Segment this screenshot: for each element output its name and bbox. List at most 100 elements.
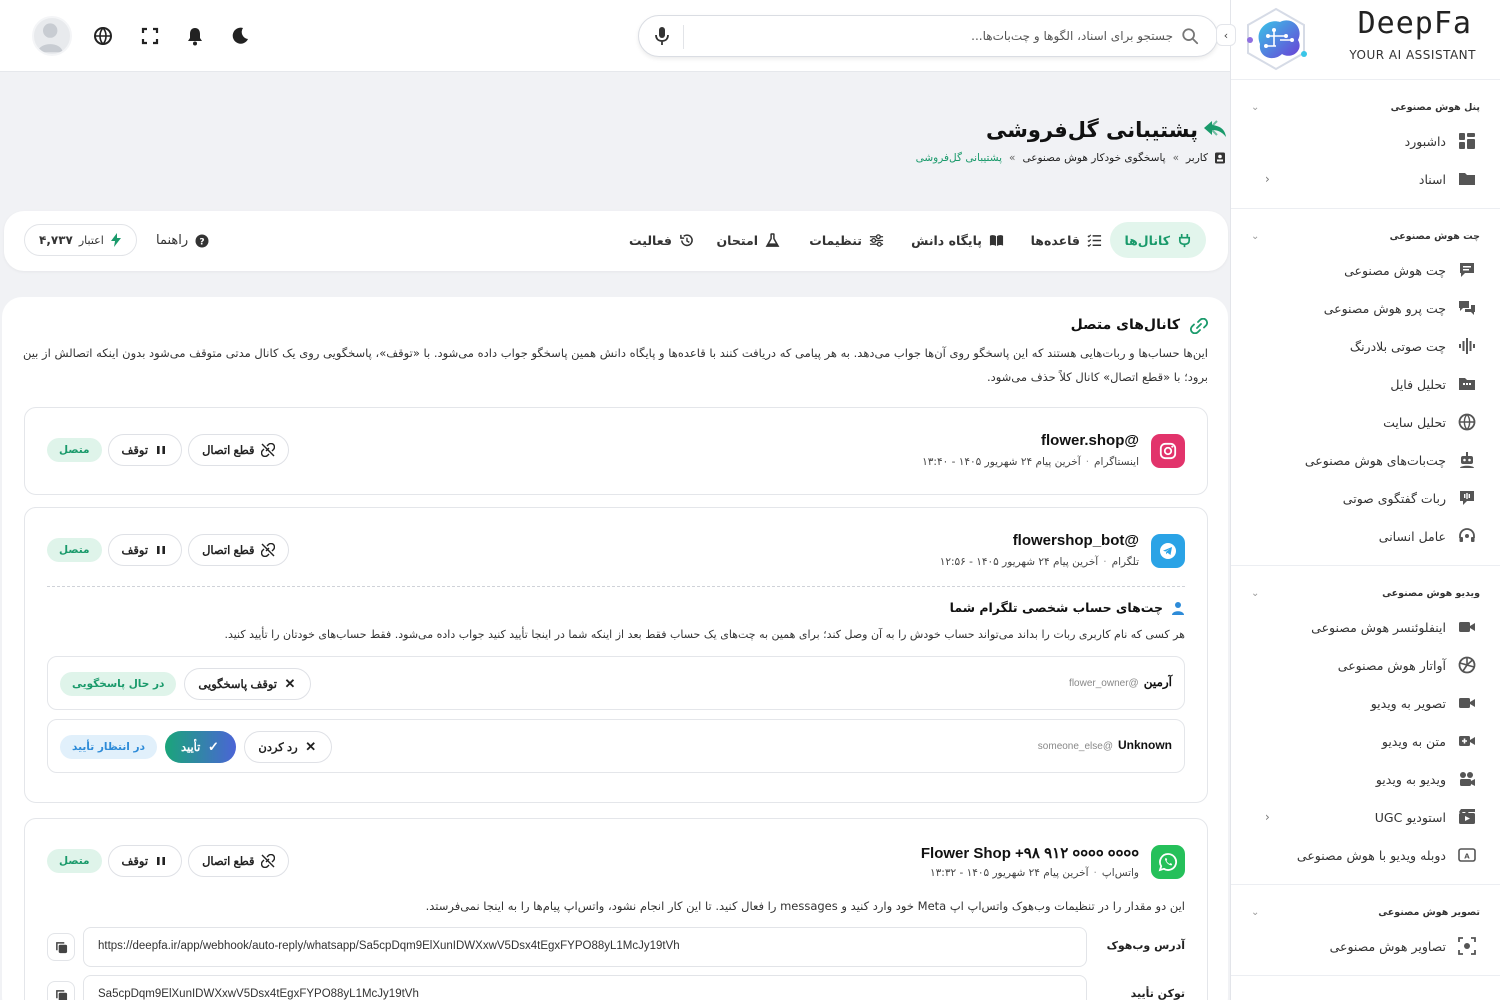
breadcrumb-item-user[interactable]: کاربر — [1186, 152, 1208, 164]
sidebar-item[interactable]: متن به ویدیو — [1231, 722, 1500, 760]
approve-button[interactable]: ✓ تأیید — [164, 731, 237, 763]
tab-rules[interactable]: قاعده‌ها — [1017, 222, 1116, 258]
channel-platform: واتس‌اپ — [1101, 867, 1139, 879]
sidebar-item[interactable]: تحلیل سایت — [1231, 403, 1500, 441]
sidebar-item[interactable]: استودیو UGC ‹ — [1231, 798, 1500, 836]
tab-activity[interactable]: فعالیت — [615, 222, 708, 258]
globe-icon[interactable] — [93, 26, 113, 46]
channel-last-message: آخرین پیام ۲۴ شهریور ۱۴۰۵ - ۱۲:۵۶ — [939, 556, 1099, 568]
channel-actions: متصل توقف قطع اتصال — [47, 534, 289, 566]
pause-button[interactable]: توقف — [107, 534, 183, 566]
channel-last-message: آخرین پیام ۲۴ شهریور ۱۴۰۵ - ۱۳:۳۲ — [930, 867, 1089, 879]
pause-icon — [157, 857, 166, 865]
sidebar-group-title: چت هوش مصنوعی — [1389, 230, 1480, 242]
sidebar-item[interactable]: A دوبله ویدیو با هوش مصنوعی — [1231, 836, 1500, 874]
book-icon — [989, 234, 1004, 246]
sidebar-item-label: اینفلوئنسر هوش مصنوعی — [1311, 619, 1446, 635]
link-icon — [1190, 318, 1208, 334]
verify-token-field[interactable]: Sa5cpDqm9ElXunIDWXxwV5Dsx4tEgxFYPO88yL1M… — [83, 975, 1087, 1000]
microphone-icon[interactable] — [653, 26, 671, 46]
disconnect-button[interactable]: قطع اتصال — [188, 434, 289, 466]
pause-button[interactable]: توقف — [107, 434, 183, 466]
search-bar[interactable] — [638, 15, 1218, 57]
brand[interactable]: DeepFa YOUR AI ASSISTANT — [1231, 0, 1500, 80]
instagram-icon — [1159, 442, 1177, 460]
sidebar-item-label: تحلیل فایل — [1390, 376, 1446, 392]
sidebar-item[interactable]: داشبورد — [1231, 122, 1500, 160]
tab-settings[interactable]: تنظیمات — [795, 222, 898, 258]
tab-test[interactable]: امتحان — [703, 222, 795, 258]
account-handle: @flower_owner — [1069, 678, 1139, 689]
video-swap-icon — [1460, 772, 1475, 786]
breadcrumb: کاربر » پاسخگوی خودکار هوش مصنوعی » پشتی… — [916, 152, 1226, 164]
sidebar-item[interactable]: تصویر به ویدیو — [1231, 684, 1500, 722]
sidebar-group-header[interactable]: تصویر هوش مصنوعی ⌄ — [1231, 897, 1500, 927]
pause-icon — [157, 546, 166, 554]
globe-icon — [1458, 413, 1476, 431]
sidebar-item[interactable]: چت‌بات‌های هوش مصنوعی — [1231, 441, 1500, 479]
sidebar-item[interactable]: چت هوش مصنوعی — [1231, 251, 1500, 289]
close-icon: ✕ — [305, 739, 317, 754]
sidebar-item-label: چت پرو هوش مصنوعی — [1323, 300, 1446, 316]
channel-actions: متصل توقف قطع اتصال — [47, 434, 289, 466]
telegram-icon — [1160, 543, 1176, 559]
disconnect-button[interactable]: قطع اتصال — [188, 534, 289, 566]
help-link[interactable]: ? راهنما — [156, 233, 209, 248]
whatsapp-logo — [1151, 845, 1185, 879]
headset-icon — [1459, 528, 1475, 542]
section-title: کانال‌های متصل — [1070, 317, 1180, 333]
copy-icon — [55, 941, 67, 953]
account-name: Unknown @someone_else — [1038, 738, 1172, 752]
fullscreen-icon[interactable] — [140, 26, 160, 46]
sidebar-item[interactable]: آواتار هوش مصنوعی — [1231, 646, 1500, 684]
sidebar-item[interactable]: تحلیل فایل — [1231, 365, 1500, 403]
sidebar-group-header[interactable]: چت هوش مصنوعی ⌄ — [1231, 221, 1500, 251]
pause-button[interactable]: توقف — [107, 845, 183, 877]
sidebar-item[interactable]: اینفلوئنسر هوش مصنوعی — [1231, 608, 1500, 646]
bot-icon — [1460, 452, 1474, 468]
sidebar-group-header[interactable]: پنل هوش مصنوعی ⌄ — [1231, 92, 1500, 122]
lightning-icon — [110, 233, 121, 247]
telegram-personal-title: چت‌های حساب شخصی تلگرام شما — [950, 600, 1185, 615]
reject-button[interactable]: ✕ رد کردن — [244, 731, 332, 763]
sidebar-collapse-button[interactable]: › — [1216, 24, 1236, 46]
tab-label: امتحان — [716, 232, 759, 248]
user-avatar[interactable] — [32, 16, 72, 56]
credit-badge[interactable]: اعتبار ۴,۷۳۷ — [24, 224, 137, 256]
breadcrumb-item-auto-reply[interactable]: پاسخگوی خودکار هوش مصنوعی — [1022, 152, 1165, 164]
studio-icon — [1459, 809, 1475, 824]
page-title: پشتیبانی گل‌فروشی — [985, 118, 1198, 142]
voice-bot-icon — [1460, 491, 1474, 505]
channel-name: @flowershop_bot — [1012, 532, 1139, 549]
sidebar-item[interactable]: چت پرو هوش مصنوعی — [1231, 289, 1500, 327]
stop-answering-button[interactable]: ✕ توقف پاسخگویی — [184, 668, 311, 700]
bell-icon[interactable] — [185, 26, 205, 46]
sidebar-item[interactable]: تصاویر هوش مصنوعی — [1231, 927, 1500, 965]
video-plus-icon — [1459, 736, 1475, 746]
search-input[interactable] — [713, 16, 1173, 56]
credit-label: اعتبار — [78, 233, 104, 247]
sidebar-item[interactable]: اسناد ‹ — [1231, 160, 1500, 198]
status-badge: متصل — [47, 538, 102, 562]
reply-back-icon[interactable] — [1202, 118, 1228, 140]
channel-platform: تلگرام — [1111, 556, 1139, 568]
sidebar-item-label: اسناد — [1418, 171, 1446, 187]
copy-token-button[interactable] — [47, 981, 75, 1000]
sidebar-item[interactable]: ربات گفتگوی صوتی — [1231, 479, 1500, 517]
verify-token-row: توکن تأیید Sa5cpDqm9ElXunIDWXxwV5Dsx4tEg… — [47, 975, 1185, 1000]
webhook-url-label: آدرس وب‌هوک — [1106, 939, 1185, 952]
sidebar-item[interactable]: عامل انسانی — [1231, 517, 1500, 555]
tab-channels[interactable]: کانال‌ها — [1110, 222, 1206, 258]
tab-knowledge-base[interactable]: پایگاه دانش — [897, 222, 1018, 258]
webhook-url-row: آدرس وب‌هوک https://deepfa.ir/app/webhoo… — [47, 927, 1185, 967]
sidebar-item[interactable]: چت صوتی بلادرنگ — [1231, 327, 1500, 365]
chevron-down-icon: ⌄ — [1251, 230, 1260, 242]
sidebar-group-header[interactable]: ویدیو هوش مصنوعی ⌄ — [1231, 578, 1500, 608]
webhook-url-field[interactable]: https://deepfa.ir/app/webhook/auto-reply… — [83, 927, 1087, 967]
copy-webhook-button[interactable] — [47, 933, 75, 961]
disconnect-button[interactable]: قطع اتصال — [188, 845, 289, 877]
sidebar-item-label: استودیو UGC — [1374, 809, 1446, 825]
sidebar-item[interactable]: ویدیو به ویدیو — [1231, 760, 1500, 798]
moon-icon[interactable] — [230, 26, 250, 46]
sidebar-item-label: چت‌بات‌های هوش مصنوعی — [1304, 452, 1446, 468]
